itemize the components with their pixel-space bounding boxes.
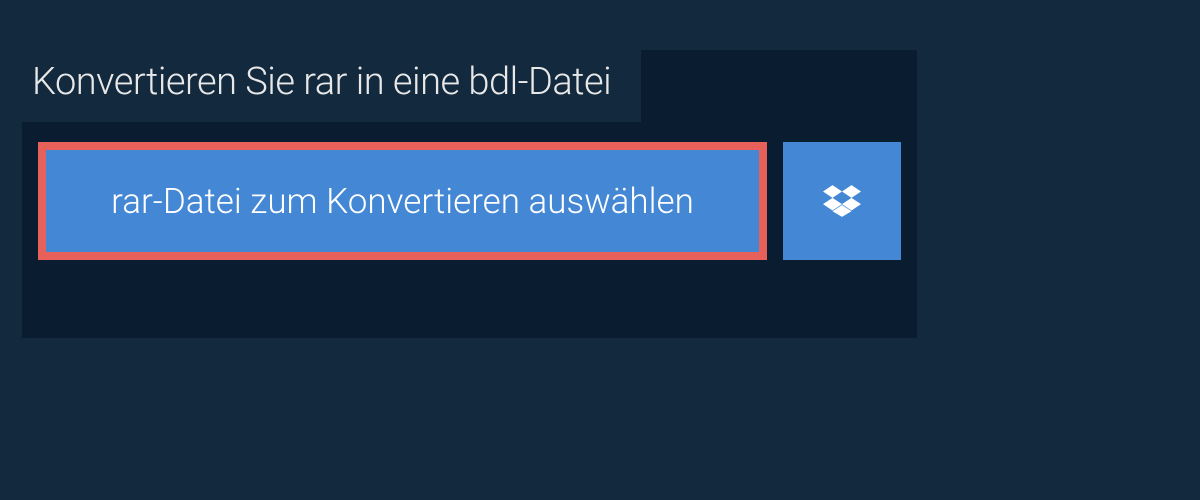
button-row: rar-Datei zum Konvertieren auswählen [38,142,901,260]
title-container: Konvertieren Sie rar in eine bdl-Datei [22,50,641,122]
dropbox-button[interactable] [783,142,901,260]
select-file-label: rar-Datei zum Konvertieren auswählen [111,181,694,222]
dropbox-icon [823,182,861,220]
converter-panel: Konvertieren Sie rar in eine bdl-Datei r… [22,50,917,338]
page-title: Konvertieren Sie rar in eine bdl-Datei [32,60,611,104]
select-file-button[interactable]: rar-Datei zum Konvertieren auswählen [38,142,767,260]
